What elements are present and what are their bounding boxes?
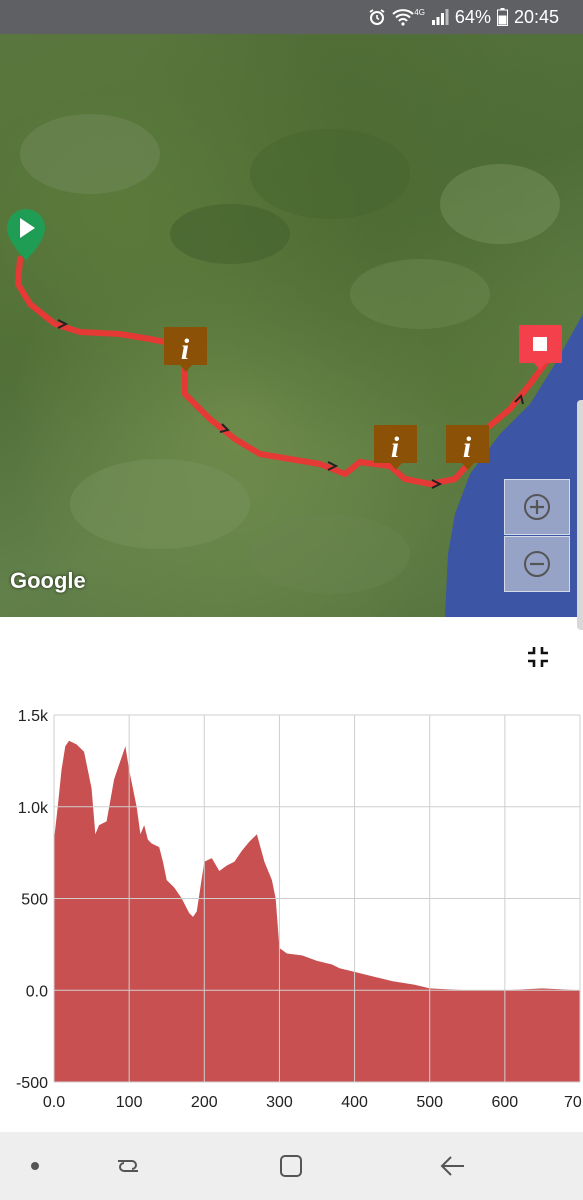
map-view[interactable]: i i i Google (0, 34, 583, 617)
y-tick-label: -500 (16, 1075, 48, 1092)
x-tick-label: 100 (116, 1094, 143, 1111)
elevation-chart[interactable]: 1.5k 1.0k 500 0.0 -500 0.0 100 200 300 400 500 600 7… (0, 700, 583, 1115)
svg-text:i: i (391, 431, 400, 464)
x-tick-label: 70 (564, 1094, 582, 1111)
elevation-area (54, 740, 580, 1082)
wifi-icon (392, 8, 414, 26)
recents-dot-icon[interactable] (20, 1132, 50, 1200)
zoom-out-button[interactable] (504, 536, 570, 592)
collapse-fullscreen-icon[interactable] (526, 645, 550, 669)
svg-text:i: i (463, 431, 472, 464)
battery-percent: 64% (454, 6, 491, 27)
back-icon[interactable] (430, 1132, 476, 1200)
map-overlay: i i i (7, 114, 583, 617)
x-tick-label: 400 (341, 1094, 368, 1111)
network-type-label: 4G (414, 7, 425, 17)
clock: 20:45 (513, 6, 559, 27)
x-tick-label: 600 (492, 1094, 519, 1111)
svg-text:i: i (181, 333, 190, 366)
x-tick-label: 500 (416, 1094, 443, 1111)
y-tick-label: 1.0k (18, 800, 49, 817)
x-tick-label: 200 (191, 1094, 218, 1111)
plus-circle-icon (524, 494, 550, 520)
x-tick-label: 300 (266, 1094, 293, 1111)
status-bar: 4G 64% 20:45 (0, 0, 583, 34)
navigation-bar (0, 1132, 583, 1200)
signal-icon (431, 9, 449, 25)
y-tick-label: 1.5k (18, 708, 49, 725)
stop-icon (533, 337, 547, 351)
start-marker[interactable] (7, 209, 45, 260)
y-tick-label: 0.0 (26, 983, 48, 1000)
y-tick-label: 500 (21, 892, 48, 909)
home-icon[interactable] (268, 1132, 314, 1200)
x-tick-label: 0.0 (43, 1094, 65, 1111)
battery-icon (496, 8, 508, 26)
recent-apps-icon[interactable] (105, 1132, 151, 1200)
google-logo: Google (10, 568, 86, 593)
alarm-icon (368, 8, 386, 26)
info-marker[interactable]: i (164, 327, 207, 372)
zoom-in-button[interactable] (504, 479, 570, 535)
side-panel-handle[interactable] (577, 400, 583, 630)
minus-circle-icon (524, 551, 550, 577)
